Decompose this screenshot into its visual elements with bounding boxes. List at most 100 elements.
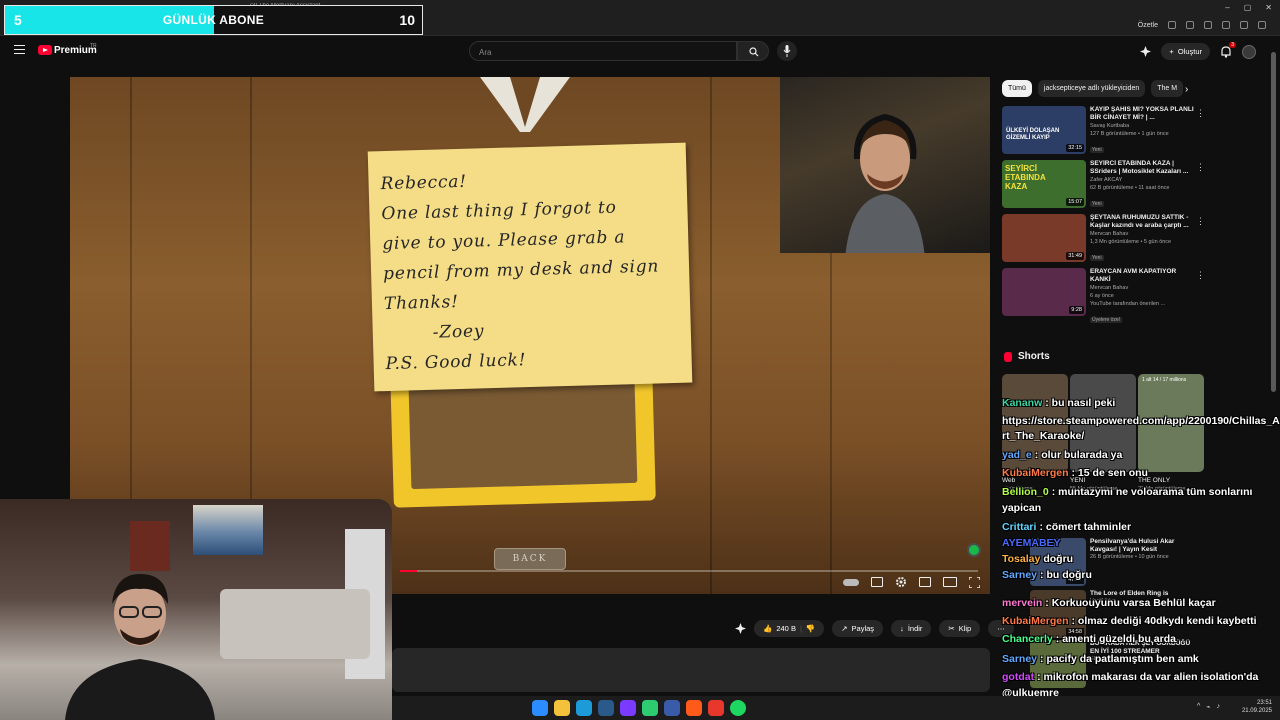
video-title[interactable]: SEYİRCİ ETABINDA KAZA | SSriders | Motos… <box>1090 160 1196 176</box>
clip-button[interactable]: ✂ Klip <box>939 620 981 637</box>
minimize-button[interactable]: – <box>1225 3 1229 12</box>
sofa <box>220 589 370 659</box>
network-icon[interactable]: ⌁ <box>1206 703 1210 711</box>
channel-name[interactable]: VaatiVidya <box>1090 598 1200 604</box>
maximize-button[interactable]: ▢ <box>1244 3 1252 12</box>
video-title[interactable]: BU ARADA HER ŞEY GÖRDÜĞÜ EN İYİ 100 STRE… <box>1090 640 1200 656</box>
channel-name[interactable]: Mervcan Bahav <box>1090 230 1196 238</box>
star-icon[interactable] <box>1204 21 1212 29</box>
clock[interactable]: 23:51 21.09.2025 <box>1242 699 1272 715</box>
share-button[interactable]: ↗ Paylaş <box>832 620 884 637</box>
chevron-up-icon[interactable]: ^ <box>1197 703 1200 711</box>
short-thumbnail[interactable]: 1 alt 14 / 17 millions <box>1138 374 1204 472</box>
recommended-video[interactable]: 31:49 ŞEYTANA RUHUMUZU SATTIK - Kaşlar k… <box>1002 214 1207 264</box>
kebab-menu-icon[interactable]: ⋮ <box>1196 270 1205 281</box>
spotify-icon[interactable] <box>730 700 746 716</box>
app-icon[interactable] <box>664 700 680 716</box>
video-thumbnail[interactable]: 47:37 <box>1030 538 1086 586</box>
more-actions-button[interactable]: ⋯ <box>988 620 1014 637</box>
scrollbar-thumb[interactable] <box>1271 52 1276 392</box>
theater-mode-icon[interactable] <box>943 577 957 587</box>
short-thumbnail[interactable] <box>1002 374 1068 472</box>
reader-icon[interactable] <box>1186 21 1194 29</box>
puzzle-icon[interactable] <box>1240 21 1248 29</box>
premium-badge-icon[interactable] <box>1140 46 1152 57</box>
kebab-menu-icon[interactable]: ⋮ <box>1196 108 1205 119</box>
fullscreen-icon[interactable] <box>969 576 980 588</box>
subtitles-icon[interactable] <box>871 577 883 587</box>
video-meta: 1,3 Mn görüntüleme • 5 gün önce <box>1090 239 1172 245</box>
video-thumbnail[interactable]: 34:58 <box>1030 590 1086 638</box>
record-icon[interactable] <box>708 700 724 716</box>
chip-uploader[interactable]: jacksepticeye adlı yükleyiciden <box>1037 80 1146 97</box>
short-title[interactable]: Web <box>1002 477 1015 484</box>
video-title[interactable]: The Lore of Elden Ring is <box>1090 590 1200 598</box>
summarize-button[interactable]: Özetle <box>1138 22 1158 29</box>
video-thumbnail[interactable]: SEYİRCİ ETABINDA KAZA 15:07 <box>1002 160 1086 208</box>
video-title[interactable]: KAYIP ŞAHIS MI? YOKSA PLANLI BİR CİNAYET… <box>1090 106 1196 122</box>
file-explorer-icon[interactable] <box>554 700 570 716</box>
recommended-video[interactable]: BU ARADA HER ŞEY GÖRDÜĞÜ EN İYİ 100 STRE… <box>1030 640 1210 688</box>
thumbs-down-icon[interactable]: 👎 <box>806 624 815 633</box>
streamer-figure <box>845 113 925 253</box>
close-button[interactable]: ✕ <box>1265 3 1272 12</box>
video-thumbnail[interactable]: ÜLKEYİ DOLAŞAN GİZEMLİ KAYIP 32:15 <box>1002 106 1086 154</box>
channel-name[interactable]: Mervcan Bahav <box>1090 284 1196 292</box>
voice-search-button[interactable] <box>777 41 797 61</box>
recommended-video[interactable]: ÜLKEYİ DOLAŞAN GİZEMLİ KAYIP 32:15 KAYIP… <box>1002 106 1207 156</box>
account-avatar[interactable] <box>1242 44 1256 59</box>
whatsapp-icon[interactable] <box>642 700 658 716</box>
channel-name[interactable]: Elis Kratzorgler <box>1090 656 1200 662</box>
short-title[interactable]: THE ONLY <box>1138 477 1170 484</box>
edge-browser-icon[interactable] <box>576 700 592 716</box>
page-scrollbar[interactable] <box>1271 40 1277 720</box>
chevron-right-icon[interactable]: › <box>1185 84 1188 95</box>
recommended-video[interactable]: 9:28 ERAYCAN AVM KAPATIYOR KANKİ Mervcan… <box>1002 268 1207 330</box>
recommended-video[interactable]: 34:58 The Lore of Elden Ring is VaatiVid… <box>1030 590 1210 638</box>
download-button[interactable]: ↓ İndir <box>891 620 932 637</box>
obs-icon[interactable] <box>686 700 702 716</box>
video-thumbnail[interactable]: 31:49 <box>1002 214 1086 262</box>
channel-name[interactable]: Savaş Kurtbaba <box>1090 122 1196 130</box>
video-thumbnail[interactable] <box>1030 640 1086 688</box>
autoplay-toggle[interactable] <box>843 578 859 586</box>
volume-icon[interactable]: ♪ <box>1217 703 1221 711</box>
short-thumbnail[interactable] <box>1070 374 1136 472</box>
search-button[interactable] <box>737 41 769 61</box>
extension-icon[interactable] <box>1168 21 1176 29</box>
video-thumbnail[interactable]: 9:28 <box>1002 268 1086 316</box>
settings-gear-icon[interactable] <box>895 576 907 588</box>
chat-message: Crittari: cömert tahminler <box>1002 520 1131 534</box>
short-title[interactable]: YENİ <box>1070 477 1085 484</box>
kebab-menu-icon[interactable]: ⋮ <box>1196 216 1205 227</box>
video-title[interactable]: ŞEYTANA RUHUMUZU SATTIK - Kaşlar kazındı… <box>1090 214 1196 230</box>
recommended-video[interactable]: SEYİRCİ ETABINDA KAZA 15:07 SEYİRCİ ETAB… <box>1002 160 1207 210</box>
discord-icon[interactable] <box>620 700 636 716</box>
thumbs-up-icon[interactable]: 👍 <box>763 624 772 633</box>
profile-icon[interactable] <box>1258 21 1266 29</box>
steam-icon[interactable] <box>598 700 614 716</box>
refresh-icon[interactable] <box>1222 21 1230 29</box>
chip-all[interactable]: Tümü <box>1002 80 1032 97</box>
premium-star-icon[interactable] <box>735 623 746 634</box>
game-back-button[interactable]: BACK <box>494 548 566 570</box>
recommended-video[interactable]: 47:37 Pensilvanya'da Hulusi Akar Kavgası… <box>1030 538 1210 586</box>
notification-count: 3 <box>1229 41 1236 48</box>
create-button[interactable]: + Oluştur <box>1161 43 1210 60</box>
channel-name[interactable]: Zafer AKCAY <box>1090 176 1196 184</box>
youtube-logo-icon[interactable] <box>38 45 52 55</box>
miniplayer-icon[interactable] <box>919 577 931 587</box>
search-input[interactable] <box>470 43 736 62</box>
kebab-menu-icon[interactable]: ⋮ <box>1196 162 1205 173</box>
youtube-header: Premium TR + Oluştur 3 <box>0 36 1280 66</box>
hamburger-menu-icon[interactable] <box>14 45 25 54</box>
description-box[interactable] <box>392 648 990 692</box>
video-title[interactable]: Pensilvanya'da Hulusi Akar Kavgası! | Ya… <box>1090 538 1200 554</box>
notifications-button[interactable]: 3 <box>1220 41 1236 58</box>
chip-related[interactable]: The M <box>1151 80 1184 97</box>
like-count[interactable]: 240 B <box>776 624 796 633</box>
windows-start-icon[interactable] <box>532 700 548 716</box>
search-box <box>469 41 737 62</box>
video-progress-bar[interactable] <box>400 570 978 572</box>
video-title[interactable]: ERAYCAN AVM KAPATIYOR KANKİ <box>1090 268 1196 284</box>
